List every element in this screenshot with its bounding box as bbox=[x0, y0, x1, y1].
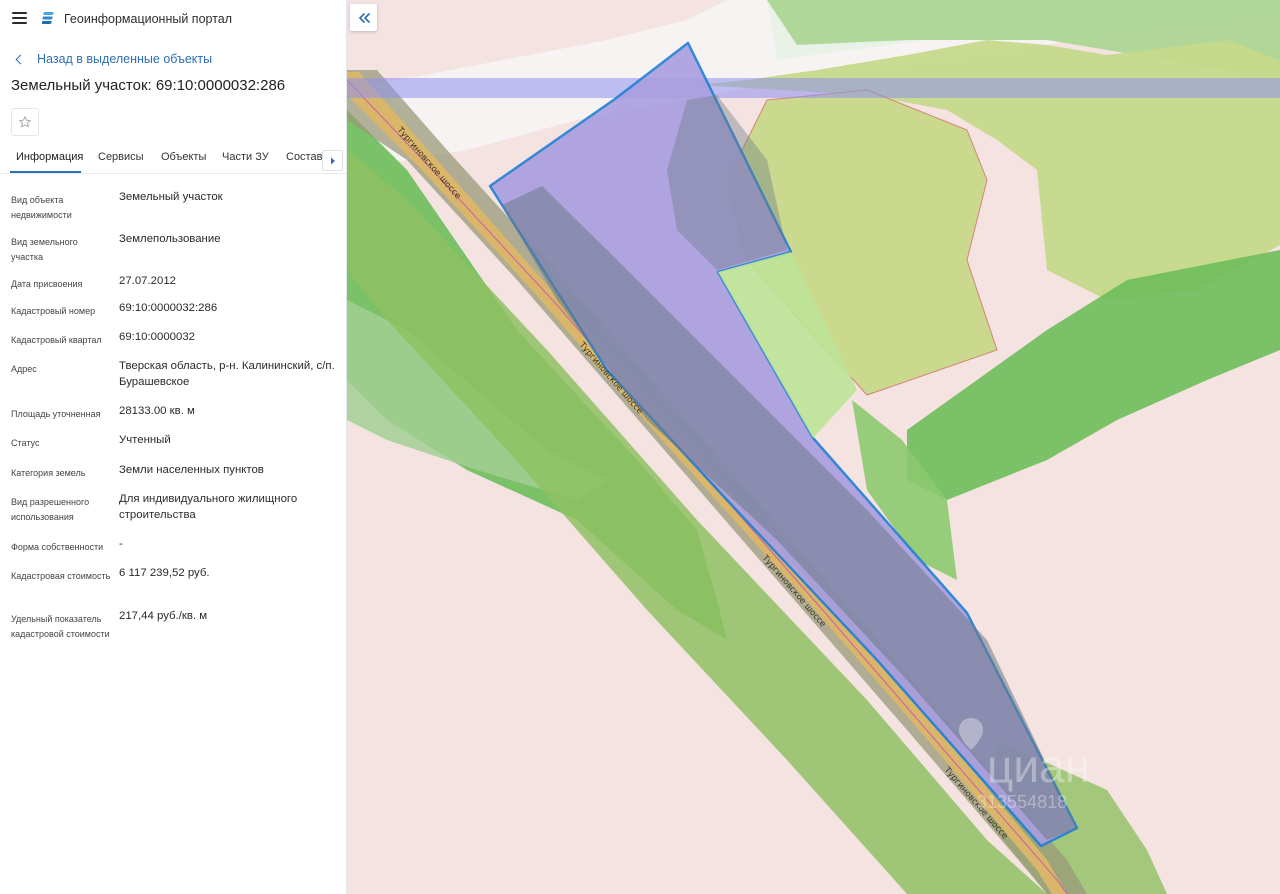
info-label: Кадастровый квартал bbox=[11, 335, 102, 345]
star-icon bbox=[19, 116, 31, 128]
favorite-button[interactable] bbox=[11, 108, 39, 136]
info-value: Земельный участок bbox=[119, 191, 223, 203]
caret-right-icon bbox=[330, 157, 335, 164]
info-label: Кадастровый номер bbox=[11, 306, 96, 316]
tab-composition[interactable]: Состав bbox=[286, 151, 322, 163]
hamburger-menu-icon[interactable] bbox=[12, 12, 27, 24]
object-title: Земельный участок: 69:10:0000032:286 bbox=[11, 77, 286, 94]
app-title: Геоинформационный портал bbox=[64, 12, 233, 26]
back-link-label: Назад в выделенные объекты bbox=[37, 52, 213, 66]
info-label: Площадь уточненная bbox=[11, 409, 101, 419]
info-value: 28133.00 кв. м bbox=[119, 405, 195, 417]
info-value: - bbox=[119, 538, 123, 550]
info-label: Статус bbox=[11, 438, 40, 448]
tabs-scroll-right-button[interactable] bbox=[322, 150, 343, 171]
info-label: Форма собственности bbox=[11, 542, 104, 552]
tab-objects[interactable]: Объекты bbox=[161, 151, 206, 163]
zone-band bbox=[347, 78, 1280, 98]
info-value: Земли населенных пунктов bbox=[119, 464, 264, 476]
tab-bar: Информация Сервисы Объекты Части ЗУ Сост… bbox=[0, 146, 346, 174]
info-panel: Геоинформационный портал Назад в выделен… bbox=[0, 0, 347, 894]
back-link[interactable]: Назад в выделенные объекты bbox=[14, 50, 212, 68]
info-label: Адрес bbox=[11, 364, 37, 374]
info-value: Учтенный bbox=[119, 434, 171, 446]
info-label: Удельный показатель кадастровой стоимост… bbox=[11, 614, 110, 639]
info-label: Кадастровая стоимость bbox=[11, 571, 111, 581]
info-value: Для индивидуального жилищного строительс… bbox=[119, 493, 298, 521]
info-value: Тверская область, р-н. Калининский, с/п.… bbox=[119, 360, 335, 388]
map-canvas[interactable]: Тургиновское шоссе Тургиновское шоссе Ту… bbox=[347, 0, 1280, 894]
chevron-left-icon bbox=[15, 54, 26, 64]
info-value: 6 117 239,52 руб. bbox=[119, 567, 210, 579]
watermark-id: 313554818 bbox=[977, 792, 1067, 812]
info-label: Категория земель bbox=[11, 468, 86, 478]
info-value: 217,44 руб./кв. м bbox=[119, 610, 208, 622]
map-view[interactable]: Тургиновское шоссе Тургиновское шоссе Ту… bbox=[347, 0, 1280, 894]
info-value: Землепользование bbox=[119, 233, 221, 245]
top-bar: Геоинформационный портал bbox=[0, 0, 346, 38]
active-tab-indicator bbox=[10, 171, 81, 173]
tab-information[interactable]: Информация bbox=[16, 151, 83, 163]
info-value: 69:10:0000032:286 bbox=[119, 302, 218, 314]
info-label: Вид объекта недвижимости bbox=[11, 195, 72, 220]
double-chevron-left-icon bbox=[358, 12, 370, 23]
info-label: Дата присвоения bbox=[11, 279, 83, 289]
tab-services[interactable]: Сервисы bbox=[98, 151, 144, 163]
info-value: 27.07.2012 bbox=[119, 275, 177, 287]
watermark-brand: циан bbox=[987, 740, 1090, 792]
info-label: Вид разрешенного использования bbox=[11, 497, 90, 522]
tab-parcel-parts[interactable]: Части ЗУ bbox=[222, 151, 269, 163]
info-label: Вид земельного участка bbox=[11, 237, 78, 262]
portal-logo-icon bbox=[42, 12, 54, 24]
collapse-panel-button[interactable] bbox=[350, 4, 377, 31]
info-value: 69:10:0000032 bbox=[119, 331, 196, 343]
